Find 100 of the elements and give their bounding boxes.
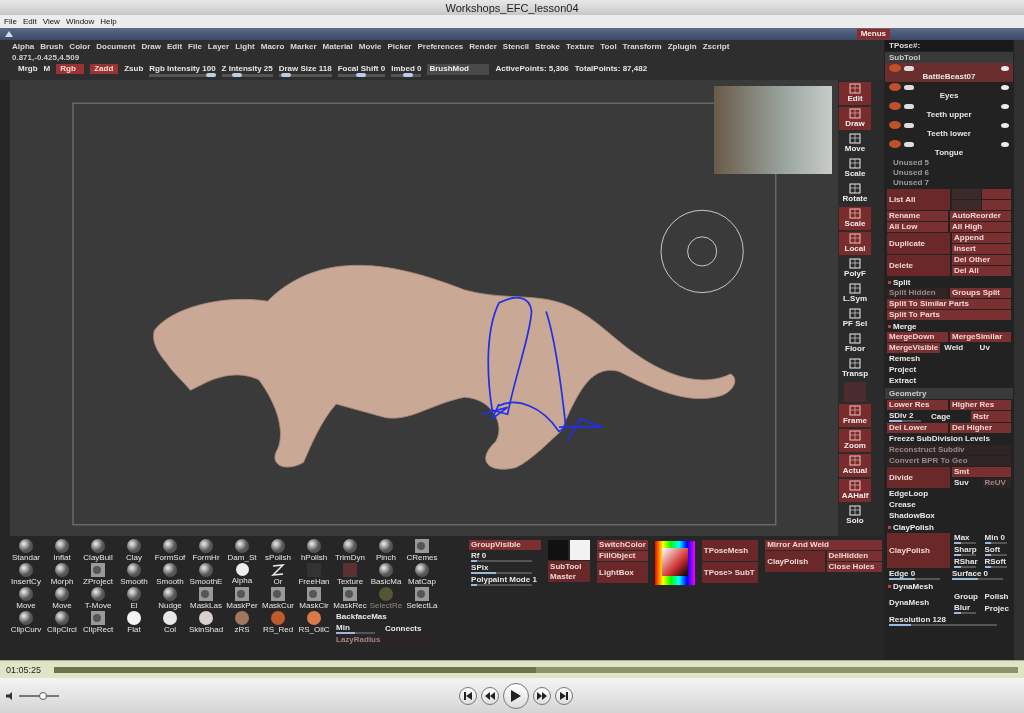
material-button[interactable]: Col [152, 611, 188, 635]
brush-button[interactable]: SelectRe [368, 587, 404, 611]
menu-item[interactable]: Stroke [535, 41, 560, 51]
panel-button[interactable]: Del All [952, 266, 1011, 276]
brush-button[interactable]: sPolish [260, 539, 296, 563]
slider[interactable]: SPix [469, 563, 542, 574]
menu-item[interactable]: Zplugin [667, 41, 697, 51]
slider[interactable]: RShar [952, 557, 981, 568]
panel-button[interactable]: Append [952, 233, 1011, 243]
brush-button[interactable]: BasicMa [368, 563, 404, 587]
menu-item[interactable]: Transform [622, 41, 662, 51]
slider[interactable]: Soft [982, 545, 1011, 556]
menu-item[interactable]: Movie [358, 41, 382, 51]
text-button[interactable]: Extract [887, 376, 1011, 386]
brush-button[interactable]: hPolish [296, 539, 332, 563]
slider[interactable]: Min [334, 623, 381, 634]
rewind-button[interactable] [481, 686, 499, 705]
menu-item[interactable]: Marker [290, 41, 317, 51]
slider[interactable]: Z Intensity 25 [221, 64, 273, 77]
menu-item[interactable]: Stencil [502, 41, 530, 51]
material-button[interactable]: zRS [224, 611, 260, 635]
menu-item[interactable]: Tool [600, 41, 617, 51]
menu-item[interactable]: Picker [387, 41, 412, 51]
panel-button[interactable]: Mirror And Weld [765, 540, 882, 550]
brush-button[interactable]: MaskCir [296, 587, 332, 611]
panel-button[interactable]: Delete [887, 255, 950, 276]
brush-button[interactable]: MaskPer [224, 587, 260, 611]
brush-button[interactable]: MaskRec [332, 587, 368, 611]
panel-title[interactable]: SubTool [885, 52, 1013, 63]
panel-button[interactable]: Duplicate [887, 233, 950, 254]
shelf-button[interactable]: AAHalf [839, 479, 871, 502]
shelf-button[interactable]: L.Sym [839, 282, 871, 305]
panel-button[interactable]: MergeSimilar [950, 332, 1011, 342]
panel-button[interactable]: Lower Res [887, 400, 948, 410]
subtool-item[interactable]: Tongue [885, 139, 1013, 158]
shelf-button[interactable]: Scale [839, 207, 871, 230]
slider-thumb[interactable] [356, 73, 367, 77]
shelf-button[interactable]: Move [839, 132, 871, 155]
slider[interactable]: Sharp [952, 545, 981, 556]
text-button[interactable]: BackfaceMas [334, 612, 430, 622]
text-button[interactable]: ShadowBox [887, 511, 1011, 521]
brush-button[interactable]: InsertCy [8, 563, 44, 587]
text-button[interactable]: Suv [952, 478, 981, 488]
text-button[interactable]: Remesh [887, 354, 1011, 364]
brush-button[interactable]: TrimDyn [332, 539, 368, 563]
panel-button[interactable]: MergeDown [887, 332, 948, 342]
skip-forward-button[interactable] [555, 686, 573, 705]
brush-button[interactable]: Clay [116, 539, 152, 563]
panel-button[interactable]: TPoseMesh [701, 540, 759, 561]
text-button[interactable]: DynaMesh [887, 592, 950, 614]
panel-button[interactable]: AutoReorder [950, 211, 1011, 221]
brush-button[interactable]: FormHr [188, 539, 224, 563]
volume-slider[interactable] [19, 694, 59, 697]
slider[interactable]: RSoft [982, 557, 1011, 568]
volume-knob[interactable] [39, 691, 47, 700]
brush-button[interactable]: MaskCur [260, 587, 296, 611]
skip-back-button[interactable] [459, 686, 477, 705]
toggle-button[interactable]: Rgb [56, 64, 85, 74]
menu-item[interactable]: Brush [40, 41, 64, 51]
panel-button[interactable]: Smt [952, 467, 1011, 477]
brush-button[interactable]: MaskLas [188, 587, 224, 611]
panel-button[interactable]: ClayPolish [887, 533, 950, 568]
subtool-item[interactable]: BattleBeast07 [885, 63, 1013, 82]
shelf-button[interactable]: Rotate [839, 182, 871, 205]
brush-button[interactable]: CRemes [404, 539, 440, 563]
menu-item[interactable]: File [188, 41, 202, 51]
shelf-button[interactable]: PF Sel [839, 307, 871, 330]
menu-item[interactable]: Layer [207, 41, 230, 51]
material-button[interactable]: RS_OilC [296, 611, 332, 635]
shelf-button[interactable]: PolyF [839, 257, 871, 280]
panel-button[interactable]: Del Higher [950, 423, 1011, 433]
brush-button[interactable]: Move [44, 587, 80, 611]
slider[interactable]: Polypaint Mode 1 [469, 575, 542, 586]
material-button[interactable]: RS_Red [260, 611, 296, 635]
brush-button[interactable]: Move [8, 587, 44, 611]
brush-button[interactable]: FormSof [152, 539, 188, 563]
brush-button[interactable]: Inflat [44, 539, 80, 563]
slider[interactable]: Rf 0 [469, 551, 542, 562]
brush-button[interactable]: ClipRect [80, 611, 116, 635]
text-button[interactable]: Crease [887, 500, 1011, 510]
panel-button[interactable]: Close Holes [826, 562, 882, 572]
color-swatch[interactable] [570, 540, 591, 560]
menu-item[interactable]: Document [96, 41, 136, 51]
menu-item[interactable]: Zscript [702, 41, 730, 51]
shelf-button[interactable]: Solo [839, 504, 871, 527]
menu-item[interactable]: Edit [22, 17, 37, 26]
panel-button[interactable]: Groups Split [950, 288, 1011, 298]
brush-button[interactable]: ZProject [80, 563, 116, 587]
brush-button[interactable]: Morph [44, 563, 80, 587]
panel-button[interactable]: FillObject [597, 551, 648, 561]
menu-item[interactable]: Alpha [12, 41, 35, 51]
panel-button[interactable]: ClayPolish [765, 551, 825, 572]
shelf-button[interactable]: Draw [839, 107, 871, 130]
shelf-button[interactable]: Frame [839, 404, 871, 427]
text-button[interactable]: Weld [942, 343, 976, 353]
shelf-button[interactable]: Local [839, 232, 871, 255]
menu-item[interactable]: Window [65, 17, 95, 26]
text-button[interactable]: Polish [982, 592, 1011, 602]
menu-item[interactable]: Edit [166, 41, 183, 51]
text-button[interactable]: Group [952, 592, 981, 602]
